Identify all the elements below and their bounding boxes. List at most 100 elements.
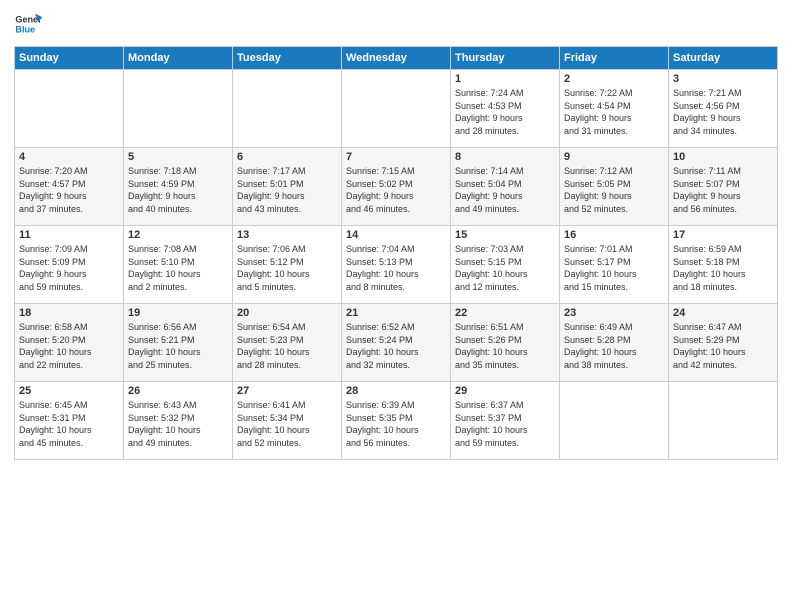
day-number: 15 <box>455 229 555 241</box>
day-number: 24 <box>673 307 773 319</box>
day-number: 20 <box>237 307 337 319</box>
day-info: Sunrise: 7:21 AM Sunset: 4:56 PM Dayligh… <box>673 87 773 137</box>
logo-icon: General Blue <box>14 10 42 38</box>
day-info: Sunrise: 7:18 AM Sunset: 4:59 PM Dayligh… <box>128 165 228 215</box>
page-container: General Blue SundayMondayTuesdayWednesda… <box>0 0 792 470</box>
col-header-saturday: Saturday <box>669 47 778 70</box>
day-cell <box>233 70 342 148</box>
day-cell: 20 Sunrise: 6:54 AM Sunset: 5:23 PM Dayli… <box>233 304 342 382</box>
day-cell: 26 Sunrise: 6:43 AM Sunset: 5:32 PM Dayli… <box>124 382 233 460</box>
day-info: Sunrise: 7:22 AM Sunset: 4:54 PM Dayligh… <box>564 87 664 137</box>
day-cell: 7 Sunrise: 7:15 AM Sunset: 5:02 PM Daylig… <box>342 148 451 226</box>
day-cell: 6 Sunrise: 7:17 AM Sunset: 5:01 PM Daylig… <box>233 148 342 226</box>
day-cell <box>669 382 778 460</box>
day-info: Sunrise: 6:37 AM Sunset: 5:37 PM Dayligh… <box>455 399 555 449</box>
day-number: 7 <box>346 151 446 163</box>
day-cell: 28 Sunrise: 6:39 AM Sunset: 5:35 PM Dayli… <box>342 382 451 460</box>
day-number: 5 <box>128 151 228 163</box>
day-number: 26 <box>128 385 228 397</box>
week-row-2: 4 Sunrise: 7:20 AM Sunset: 4:57 PM Daylig… <box>15 148 778 226</box>
day-info: Sunrise: 6:52 AM Sunset: 5:24 PM Dayligh… <box>346 321 446 371</box>
day-info: Sunrise: 7:17 AM Sunset: 5:01 PM Dayligh… <box>237 165 337 215</box>
day-number: 13 <box>237 229 337 241</box>
day-cell: 16 Sunrise: 7:01 AM Sunset: 5:17 PM Dayli… <box>560 226 669 304</box>
day-number: 16 <box>564 229 664 241</box>
day-cell <box>560 382 669 460</box>
day-info: Sunrise: 6:54 AM Sunset: 5:23 PM Dayligh… <box>237 321 337 371</box>
day-info: Sunrise: 6:39 AM Sunset: 5:35 PM Dayligh… <box>346 399 446 449</box>
day-cell: 10 Sunrise: 7:11 AM Sunset: 5:07 PM Dayli… <box>669 148 778 226</box>
day-cell: 4 Sunrise: 7:20 AM Sunset: 4:57 PM Daylig… <box>15 148 124 226</box>
day-info: Sunrise: 6:59 AM Sunset: 5:18 PM Dayligh… <box>673 243 773 293</box>
day-info: Sunrise: 6:47 AM Sunset: 5:29 PM Dayligh… <box>673 321 773 371</box>
day-cell: 18 Sunrise: 6:58 AM Sunset: 5:20 PM Dayli… <box>15 304 124 382</box>
week-row-1: 1 Sunrise: 7:24 AM Sunset: 4:53 PM Daylig… <box>15 70 778 148</box>
calendar-header-row: SundayMondayTuesdayWednesdayThursdayFrid… <box>15 47 778 70</box>
day-number: 12 <box>128 229 228 241</box>
day-number: 19 <box>128 307 228 319</box>
day-info: Sunrise: 7:15 AM Sunset: 5:02 PM Dayligh… <box>346 165 446 215</box>
day-number: 28 <box>346 385 446 397</box>
col-header-tuesday: Tuesday <box>233 47 342 70</box>
day-cell: 21 Sunrise: 6:52 AM Sunset: 5:24 PM Dayli… <box>342 304 451 382</box>
day-cell: 12Sunrise: 7:08 AM Sunset: 5:10 PM Dayli… <box>124 226 233 304</box>
day-cell: 29 Sunrise: 6:37 AM Sunset: 5:37 PM Dayli… <box>451 382 560 460</box>
week-row-4: 18 Sunrise: 6:58 AM Sunset: 5:20 PM Dayli… <box>15 304 778 382</box>
week-row-5: 25 Sunrise: 6:45 AM Sunset: 5:31 PM Dayli… <box>15 382 778 460</box>
day-number: 1 <box>455 73 555 85</box>
day-info: Sunrise: 7:14 AM Sunset: 5:04 PM Dayligh… <box>455 165 555 215</box>
week-row-3: 11Sunrise: 7:09 AM Sunset: 5:09 PM Dayli… <box>15 226 778 304</box>
calendar-table: SundayMondayTuesdayWednesdayThursdayFrid… <box>14 46 778 460</box>
day-info: Sunrise: 6:58 AM Sunset: 5:20 PM Dayligh… <box>19 321 119 371</box>
day-cell: 5 Sunrise: 7:18 AM Sunset: 4:59 PM Daylig… <box>124 148 233 226</box>
day-info: Sunrise: 7:06 AM Sunset: 5:12 PM Dayligh… <box>237 243 337 293</box>
day-info: Sunrise: 7:11 AM Sunset: 5:07 PM Dayligh… <box>673 165 773 215</box>
col-header-wednesday: Wednesday <box>342 47 451 70</box>
day-cell: 15 Sunrise: 7:03 AM Sunset: 5:15 PM Dayli… <box>451 226 560 304</box>
day-number: 10 <box>673 151 773 163</box>
day-info: Sunrise: 6:43 AM Sunset: 5:32 PM Dayligh… <box>128 399 228 449</box>
day-number: 27 <box>237 385 337 397</box>
day-number: 11 <box>19 229 119 241</box>
day-number: 17 <box>673 229 773 241</box>
day-number: 18 <box>19 307 119 319</box>
day-cell: 9Sunrise: 7:12 AM Sunset: 5:05 PM Daylig… <box>560 148 669 226</box>
col-header-friday: Friday <box>560 47 669 70</box>
col-header-monday: Monday <box>124 47 233 70</box>
day-cell <box>342 70 451 148</box>
day-cell: 24 Sunrise: 6:47 AM Sunset: 5:29 PM Dayli… <box>669 304 778 382</box>
col-header-thursday: Thursday <box>451 47 560 70</box>
day-info: Sunrise: 6:45 AM Sunset: 5:31 PM Dayligh… <box>19 399 119 449</box>
day-info: Sunrise: 7:04 AM Sunset: 5:13 PM Dayligh… <box>346 243 446 293</box>
day-cell <box>15 70 124 148</box>
day-cell: 22 Sunrise: 6:51 AM Sunset: 5:26 PM Dayli… <box>451 304 560 382</box>
logo: General Blue <box>14 10 42 38</box>
day-cell: 17 Sunrise: 6:59 AM Sunset: 5:18 PM Dayli… <box>669 226 778 304</box>
day-cell: 27 Sunrise: 6:41 AM Sunset: 5:34 PM Dayli… <box>233 382 342 460</box>
day-number: 4 <box>19 151 119 163</box>
day-info: Sunrise: 6:51 AM Sunset: 5:26 PM Dayligh… <box>455 321 555 371</box>
day-info: Sunrise: 7:01 AM Sunset: 5:17 PM Dayligh… <box>564 243 664 293</box>
day-cell: 11Sunrise: 7:09 AM Sunset: 5:09 PM Dayli… <box>15 226 124 304</box>
day-number: 22 <box>455 307 555 319</box>
day-cell: 8Sunrise: 7:14 AM Sunset: 5:04 PM Daylig… <box>451 148 560 226</box>
col-header-sunday: Sunday <box>15 47 124 70</box>
day-cell: 19 Sunrise: 6:56 AM Sunset: 5:21 PM Dayli… <box>124 304 233 382</box>
day-info: Sunrise: 7:20 AM Sunset: 4:57 PM Dayligh… <box>19 165 119 215</box>
day-number: 29 <box>455 385 555 397</box>
day-cell: 13 Sunrise: 7:06 AM Sunset: 5:12 PM Dayli… <box>233 226 342 304</box>
day-info: Sunrise: 7:24 AM Sunset: 4:53 PM Dayligh… <box>455 87 555 137</box>
day-number: 6 <box>237 151 337 163</box>
day-number: 3 <box>673 73 773 85</box>
day-info: Sunrise: 7:12 AM Sunset: 5:05 PM Dayligh… <box>564 165 664 215</box>
day-number: 25 <box>19 385 119 397</box>
day-cell: 14Sunrise: 7:04 AM Sunset: 5:13 PM Dayli… <box>342 226 451 304</box>
day-info: Sunrise: 6:56 AM Sunset: 5:21 PM Dayligh… <box>128 321 228 371</box>
day-number: 21 <box>346 307 446 319</box>
day-number: 23 <box>564 307 664 319</box>
day-info: Sunrise: 7:03 AM Sunset: 5:15 PM Dayligh… <box>455 243 555 293</box>
header-area: General Blue <box>14 10 778 38</box>
day-cell: 3 Sunrise: 7:21 AM Sunset: 4:56 PM Daylig… <box>669 70 778 148</box>
day-info: Sunrise: 6:49 AM Sunset: 5:28 PM Dayligh… <box>564 321 664 371</box>
day-info: Sunrise: 6:41 AM Sunset: 5:34 PM Dayligh… <box>237 399 337 449</box>
